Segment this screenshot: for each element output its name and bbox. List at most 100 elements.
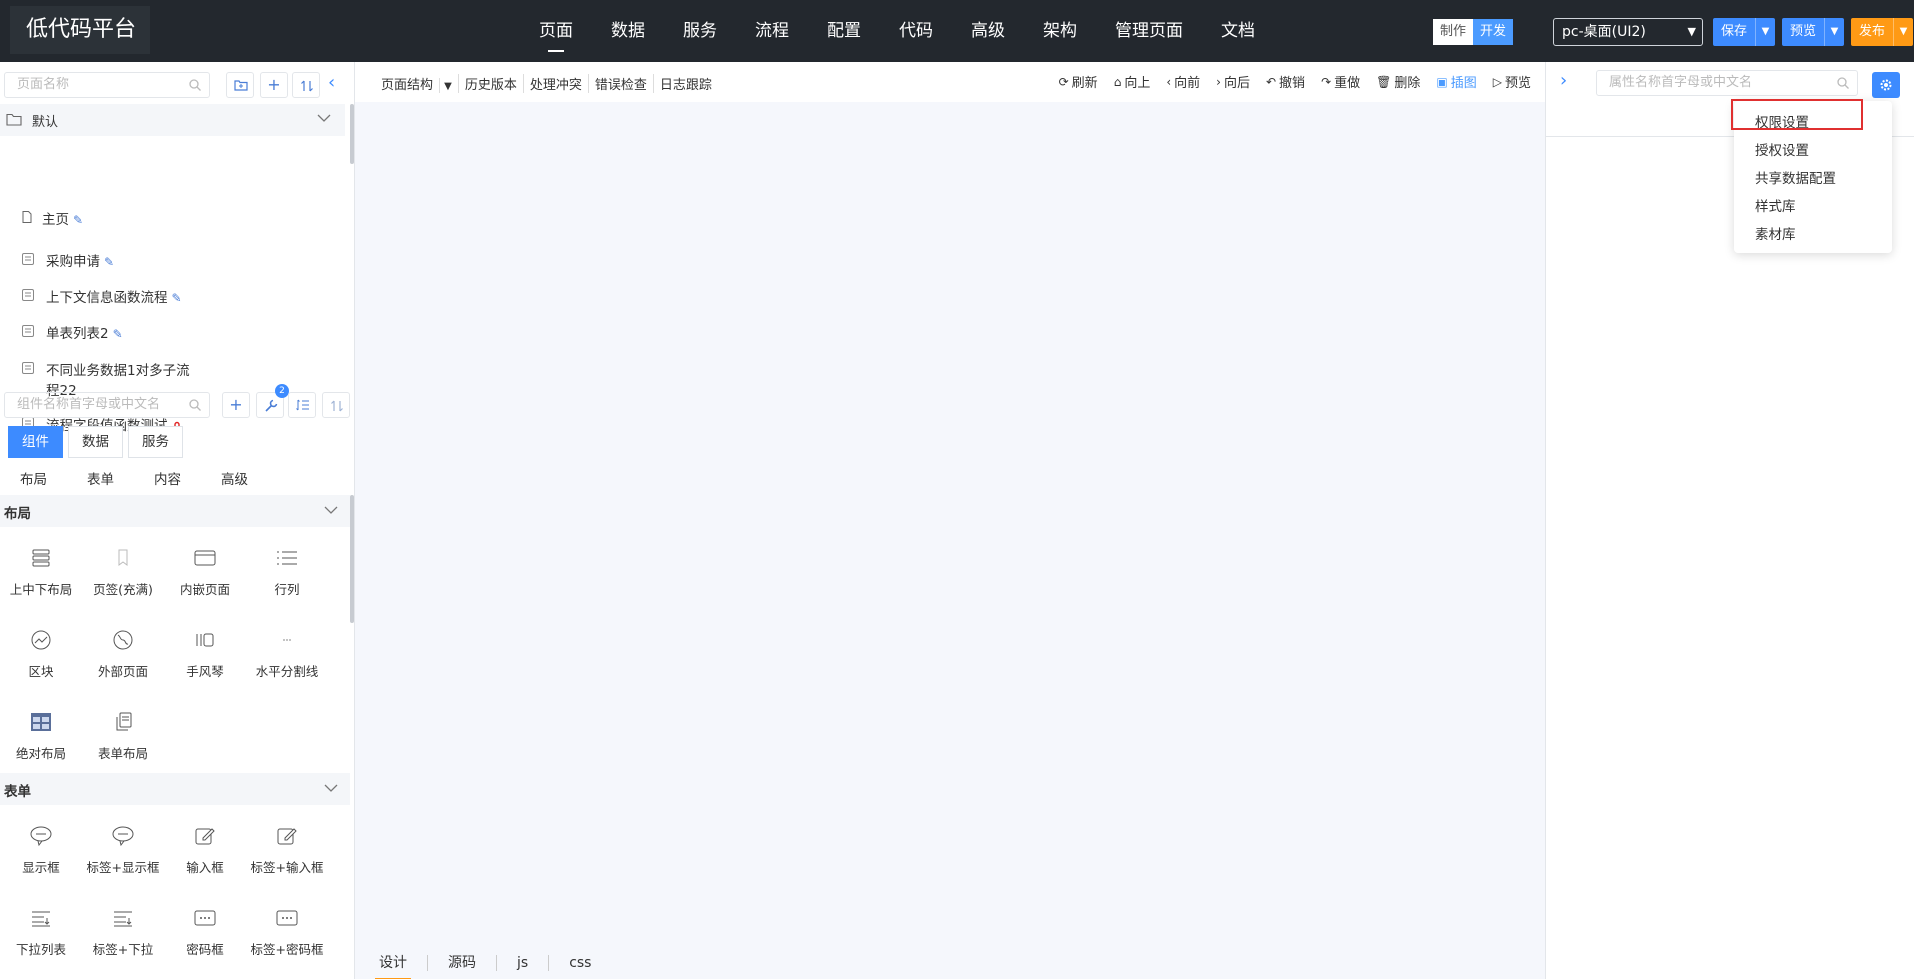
env-select[interactable]: pc-桌面(UI2) ▼ [1553, 18, 1703, 46]
section-layout-header[interactable]: 布局 [0, 495, 350, 527]
nav-admin-pages[interactable]: 管理页面 [1096, 0, 1202, 62]
collapse-left-panel-icon[interactable]: ‹ [328, 72, 335, 93]
tab-css[interactable]: css [569, 955, 611, 971]
save-dropdown-caret-icon[interactable]: ▼ [1755, 18, 1775, 46]
component-label-display[interactable]: 标签+显示框 [82, 825, 164, 876]
subtab-advanced[interactable]: 高级 [221, 468, 248, 488]
canvas-toolbar-right: ⟳ 刷新 ⌂ 向上 ‹ 向前 › 向后 ↶ 撤销 ↷ 重做 🗑 删除 ▣ 插图 ▷ 预览 [1043, 72, 1531, 92]
component-tmb-layout[interactable]: 上中下布局 [0, 547, 82, 598]
component-category-tabs: 布局 表单 内容 高级 [20, 468, 288, 488]
tab-components[interactable]: 组件 [8, 426, 63, 458]
component-input-box[interactable]: 输入框 [164, 825, 246, 876]
preview-button[interactable]: 预览 [1782, 18, 1824, 46]
log-trace-link[interactable]: 日志跟踪 [654, 74, 718, 93]
app-logo[interactable]: 低代码平台 [10, 6, 150, 54]
nav-config[interactable]: 配置 [808, 0, 880, 62]
component-form-layout[interactable]: 表单布局 [82, 711, 164, 762]
edit-pencil-icon[interactable]: ✎ [172, 291, 182, 305]
tab-data[interactable]: 数据 [68, 426, 123, 458]
component-tools-button[interactable]: 2 [256, 384, 289, 418]
subtab-form[interactable]: 表单 [87, 468, 114, 488]
tab-services[interactable]: 服务 [128, 426, 183, 458]
nav-flow[interactable]: 流程 [736, 0, 808, 62]
list-order-button[interactable] [288, 392, 316, 418]
history-versions-link[interactable]: 历史版本 [459, 74, 524, 93]
canvas-preview-button[interactable]: ▷ 预览 [1493, 72, 1531, 92]
component-label: 显示框 [22, 860, 60, 875]
nav-architecture[interactable]: 架构 [1024, 0, 1096, 62]
undo-button[interactable]: ↶ 撤销 [1266, 72, 1305, 92]
component-label-password[interactable]: 标签+密码框 [246, 907, 328, 958]
go-up-button[interactable]: ⌂ 向上 [1114, 72, 1151, 92]
page-search-input[interactable]: 页面名称 [4, 72, 210, 98]
settings-button[interactable] [1872, 72, 1900, 98]
nav-page[interactable]: 页面 [520, 0, 592, 62]
tab-design[interactable]: 设计 [375, 954, 428, 979]
page-tree-scrollbar[interactable] [350, 104, 354, 164]
component-row-col[interactable]: 行列 [246, 547, 328, 598]
edit-pencil-icon[interactable]: ✎ [113, 327, 123, 341]
component-search-input[interactable]: 组件名称首字母或中文名 [4, 392, 210, 418]
component-password-box[interactable]: 密码框 [164, 907, 246, 958]
password-field-icon [194, 910, 216, 926]
error-check-link[interactable]: 错误检查 [589, 74, 654, 93]
move-forward-button[interactable]: ‹ 向前 [1166, 72, 1200, 92]
publish-dropdown-caret-icon[interactable]: ▼ [1893, 18, 1913, 46]
mode-make-button[interactable]: 制作 [1433, 19, 1474, 45]
component-label: 密码框 [186, 942, 224, 957]
nav-code[interactable]: 代码 [880, 0, 952, 62]
redo-button[interactable]: ↷ 重做 [1321, 72, 1360, 92]
move-back-button[interactable]: › 向后 [1216, 72, 1250, 92]
publish-button[interactable]: 发布 [1851, 18, 1893, 46]
component-embedded-page[interactable]: 内嵌页面 [164, 547, 246, 598]
subtab-content[interactable]: 内容 [154, 468, 181, 488]
section-form-header[interactable]: 表单 [0, 773, 350, 805]
component-display-box[interactable]: 显示框 [0, 825, 82, 876]
component-label-dropdown[interactable]: 标签+下拉 [82, 907, 164, 958]
new-folder-button[interactable] [226, 72, 254, 98]
sort-pages-button[interactable] [292, 72, 320, 98]
nav-advanced[interactable]: 高级 [952, 0, 1024, 62]
nav-docs[interactable]: 文档 [1202, 0, 1274, 62]
edit-pencil-icon[interactable]: ✎ [104, 255, 114, 269]
collapse-right-panel-icon[interactable]: › [1560, 70, 1567, 91]
add-page-button[interactable]: + [260, 72, 288, 98]
component-list-scrollbar[interactable] [350, 495, 354, 623]
component-dropdown-list[interactable]: 下拉列表 [0, 907, 82, 958]
grid-icon [31, 713, 51, 731]
form-page-icon [22, 253, 34, 265]
design-canvas[interactable] [355, 62, 1545, 979]
menu-style-library[interactable]: 样式库 [1755, 195, 1796, 215]
nav-data[interactable]: 数据 [592, 0, 664, 62]
gear-icon [1880, 79, 1892, 91]
add-component-button[interactable]: + [222, 392, 250, 418]
page-structure-dropdown[interactable]: 页面结构 ▼ [369, 74, 459, 93]
save-button[interactable]: 保存 [1713, 18, 1755, 46]
nav-service[interactable]: 服务 [664, 0, 736, 62]
chevron-down-icon[interactable] [317, 113, 331, 123]
chevron-right-icon: › [1216, 74, 1221, 89]
component-tabs-full[interactable]: 页签(充满) [82, 547, 164, 598]
component-external-page[interactable]: 外部页面 [82, 629, 164, 680]
component-accordion[interactable]: 手风琴 [164, 629, 246, 680]
component-block[interactable]: 区块 [0, 629, 82, 680]
menu-shared-data-config[interactable]: 共享数据配置 [1755, 167, 1836, 187]
tab-source[interactable]: 源码 [448, 954, 497, 971]
menu-asset-library[interactable]: 素材库 [1755, 223, 1796, 243]
refresh-button[interactable]: ⟳ 刷新 [1059, 72, 1098, 92]
tree-root-default[interactable]: 默认 [0, 104, 345, 136]
resolve-conflict-link[interactable]: 处理冲突 [524, 74, 589, 93]
subtab-layout[interactable]: 布局 [20, 468, 47, 488]
delete-button[interactable]: 🗑 删除 [1376, 72, 1420, 92]
component-absolute-layout[interactable]: 绝对布局 [0, 711, 82, 762]
preview-dropdown-caret-icon[interactable]: ▼ [1824, 18, 1844, 46]
tab-js[interactable]: js [517, 954, 550, 971]
insert-image-button[interactable]: ▣ 插图 [1436, 72, 1476, 92]
menu-authorization-settings[interactable]: 授权设置 [1755, 139, 1809, 159]
component-horizontal-divider[interactable]: 水平分割线 [246, 629, 328, 680]
mode-dev-button[interactable]: 开发 [1473, 19, 1514, 45]
component-label-input[interactable]: 标签+输入框 [246, 825, 328, 876]
sort-components-button[interactable] [322, 392, 350, 418]
edit-pencil-icon[interactable]: ✎ [73, 213, 83, 227]
property-search-input[interactable]: 属性名称首字母或中文名 [1596, 70, 1858, 96]
